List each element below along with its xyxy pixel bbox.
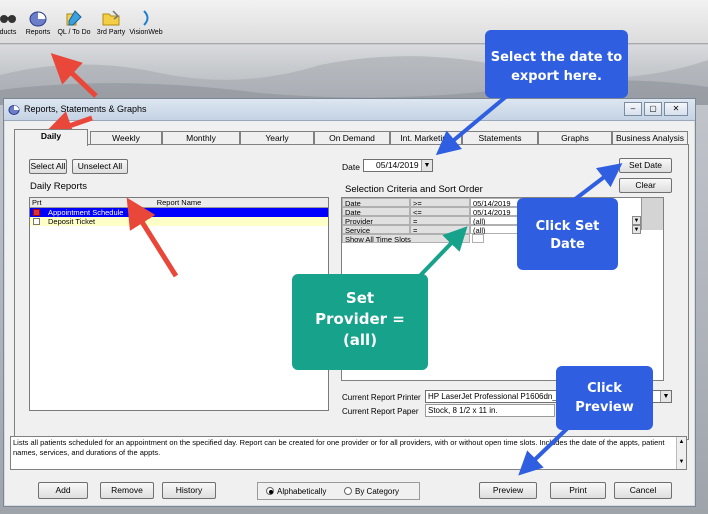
daily-reports-label: Daily Reports <box>30 181 88 192</box>
minimize-button[interactable]: – <box>624 102 642 116</box>
report-list[interactable]: Report Name Prt Appointment Schedule Dep… <box>29 197 329 411</box>
radio-selected-icon <box>266 487 274 495</box>
set-date-button[interactable]: Set Date <box>619 158 672 173</box>
tab-graphs[interactable]: Graphs <box>538 131 612 145</box>
chevron-down-icon[interactable]: ▼ <box>632 216 641 225</box>
callout-set-date: Click Set Date <box>517 198 618 270</box>
header-report-name: Report Name <box>156 198 202 207</box>
description-scrollbar[interactable]: ▲ ▼ <box>676 437 686 469</box>
folder-icon <box>102 10 120 26</box>
toolbar-products-label: ducts <box>0 29 17 36</box>
callout-click-preview: Click Preview <box>556 366 653 430</box>
tab-int-marketing[interactable]: Int. Marketing <box>390 131 462 145</box>
maximize-icon: ▢ <box>649 104 657 113</box>
criteria-operator: <= <box>410 207 470 217</box>
date-label: Date <box>342 162 360 172</box>
report-row-appointment-schedule[interactable]: Appointment Schedule <box>30 208 328 217</box>
tab-on-demand[interactable]: On Demand <box>314 131 390 145</box>
tab-weekly[interactable]: Weekly <box>90 131 162 145</box>
preview-button[interactable]: Preview <box>479 482 537 499</box>
date-value: 05/14/2019 <box>376 160 419 170</box>
report-list-header: Report Name Prt <box>30 198 328 208</box>
selection-criteria-label: Selection Criteria and Sort Order <box>345 184 483 195</box>
close-button[interactable]: ✕ <box>664 102 688 116</box>
sort-alphabetically-radio[interactable]: Alphabetically <box>266 487 326 496</box>
tab-daily[interactable]: Daily <box>14 129 88 146</box>
toolbar-todo-button[interactable]: QL / To Do <box>56 8 92 36</box>
bottom-bar: Add Remove History Alphabetically By Cat… <box>4 476 695 506</box>
toolbar-todo-label: QL / To Do <box>57 29 91 36</box>
toolbar-3rd-party-button[interactable]: 3rd Party <box>93 8 129 36</box>
print-checkbox[interactable] <box>33 218 40 225</box>
criteria-field: Date <box>342 198 410 208</box>
maximize-button[interactable]: ▢ <box>644 102 662 116</box>
date-select[interactable]: 05/14/2019 ▼ <box>363 159 433 172</box>
paper-label: Current Report Paper <box>342 407 419 416</box>
visionweb-icon <box>143 10 149 26</box>
sort-category-label: By Category <box>355 487 400 496</box>
criteria-grid-scrollbar[interactable] <box>641 198 663 230</box>
radio-icon <box>344 487 352 495</box>
report-row-deposit-ticket[interactable]: Deposit Ticket <box>30 217 328 226</box>
printer-value: HP LaserJet Professional P1606dn_1 <box>428 392 562 401</box>
chevron-down-icon[interactable]: ▼ <box>632 225 641 234</box>
report-description: Lists all patients scheduled for an appo… <box>10 436 687 470</box>
tab-yearly[interactable]: Yearly <box>240 131 314 145</box>
cancel-button[interactable]: Cancel <box>614 482 672 499</box>
header-prt: Prt <box>32 198 42 207</box>
print-checkbox[interactable] <box>33 209 40 216</box>
window-titlebar: Reports, Statements & Graphs – ▢ ✕ <box>4 99 695 121</box>
chevron-down-icon[interactable]: ▼ <box>660 391 671 402</box>
callout-provider-line: (all) <box>342 331 378 349</box>
unselect-all-button[interactable]: Unselect All <box>72 159 128 174</box>
time-slots-checkbox[interactable] <box>472 234 484 243</box>
toolbar-visionweb-label: VisionWeb <box>129 29 163 36</box>
reports-window-icon <box>8 105 20 115</box>
criteria-operator: >= <box>410 198 470 208</box>
toolbar-visionweb-button[interactable]: VisionWeb <box>127 8 165 36</box>
criteria-field: Provider <box>342 216 410 226</box>
sort-order-group: Alphabetically By Category <box>257 482 420 500</box>
print-button[interactable]: Print <box>550 482 606 499</box>
callout-select-date: Select the date to export here. <box>485 30 628 98</box>
report-tabs: Daily Weekly Monthly Yearly On Demand In… <box>14 129 689 146</box>
sort-by-category-radio[interactable]: By Category <box>344 487 399 496</box>
toolbar-reports-label: Reports <box>25 29 51 36</box>
toolbar-products-button[interactable]: ducts <box>0 8 22 36</box>
select-all-button[interactable]: Select All <box>29 159 67 174</box>
report-name: Appointment Schedule <box>48 208 124 217</box>
close-icon: ✕ <box>672 104 680 113</box>
callout-provider-line: Provider = <box>315 310 405 328</box>
reports-icon <box>29 11 47 27</box>
tab-monthly[interactable]: Monthly <box>162 131 240 145</box>
criteria-operator: = <box>410 216 470 226</box>
criteria-field: Date <box>342 207 410 217</box>
tab-statements[interactable]: Statements <box>462 131 538 145</box>
tab-business-analysis[interactable]: Business Analysis <box>612 131 688 145</box>
criteria-operator: = <box>410 225 470 235</box>
criteria-field: Service <box>342 225 410 235</box>
printer-label: Current Report Printer <box>342 393 421 402</box>
report-name: Deposit Ticket <box>48 217 96 226</box>
criteria-field: Show All Time Slots <box>342 234 470 244</box>
add-button[interactable]: Add <box>38 482 88 499</box>
todo-icon <box>66 10 82 26</box>
callout-set-provider: Set Provider = (all) <box>292 274 428 370</box>
callout-provider-line: Set <box>345 289 375 307</box>
toolbar-3rd-party-label: 3rd Party <box>96 29 126 36</box>
clear-button[interactable]: Clear <box>619 178 672 193</box>
remove-button[interactable]: Remove <box>100 482 154 499</box>
window-title: Reports, Statements & Graphs <box>24 104 147 114</box>
history-button[interactable]: History <box>162 482 216 499</box>
sort-alpha-label: Alphabetically <box>277 487 327 496</box>
description-text: Lists all patients scheduled for an appo… <box>13 438 665 457</box>
toolbar-reports-button[interactable]: Reports <box>22 8 54 36</box>
products-icon <box>0 15 16 23</box>
minimize-icon: – <box>630 104 636 113</box>
paper-value: Stock, 8 1/2 x 11 in. <box>425 404 555 417</box>
chevron-down-icon[interactable]: ▼ <box>421 160 432 171</box>
